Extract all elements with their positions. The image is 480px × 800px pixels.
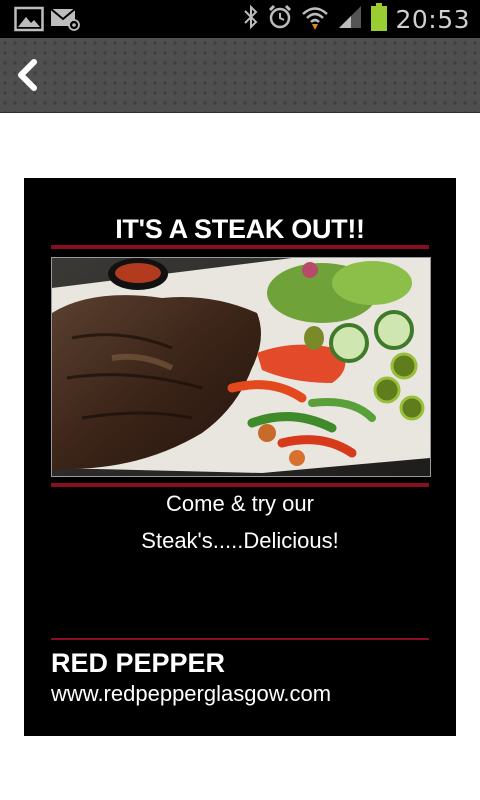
tagline-line-2: Steak's.....Delicious! xyxy=(141,528,339,553)
bluetooth-icon xyxy=(243,4,259,35)
divider-top xyxy=(51,245,429,249)
alarm-icon xyxy=(267,4,293,35)
promo-poster: IT'S A STEAK OUT!! Come & try our Steak'… xyxy=(24,178,456,736)
chevron-left-icon xyxy=(14,58,40,97)
gallery-icon xyxy=(14,6,44,37)
signal-icon xyxy=(337,4,363,35)
website-url: www.redpepperglasgow.com xyxy=(51,681,332,706)
tagline-line-1: Come & try our xyxy=(166,491,314,516)
wifi-icon xyxy=(301,4,329,35)
status-bar: 20:53 xyxy=(0,0,480,38)
email-icon xyxy=(50,6,82,37)
brand-name: RED PEPPER xyxy=(51,648,226,678)
divider-middle xyxy=(51,483,429,487)
battery-icon xyxy=(371,3,388,36)
divider-bottom xyxy=(51,638,429,640)
back-button[interactable] xyxy=(14,58,46,92)
steak-plate-photo xyxy=(51,257,431,477)
action-bar xyxy=(0,38,480,113)
status-time: 20:53 xyxy=(395,5,470,34)
poster-headline: IT'S A STEAK OUT!! xyxy=(115,214,365,244)
